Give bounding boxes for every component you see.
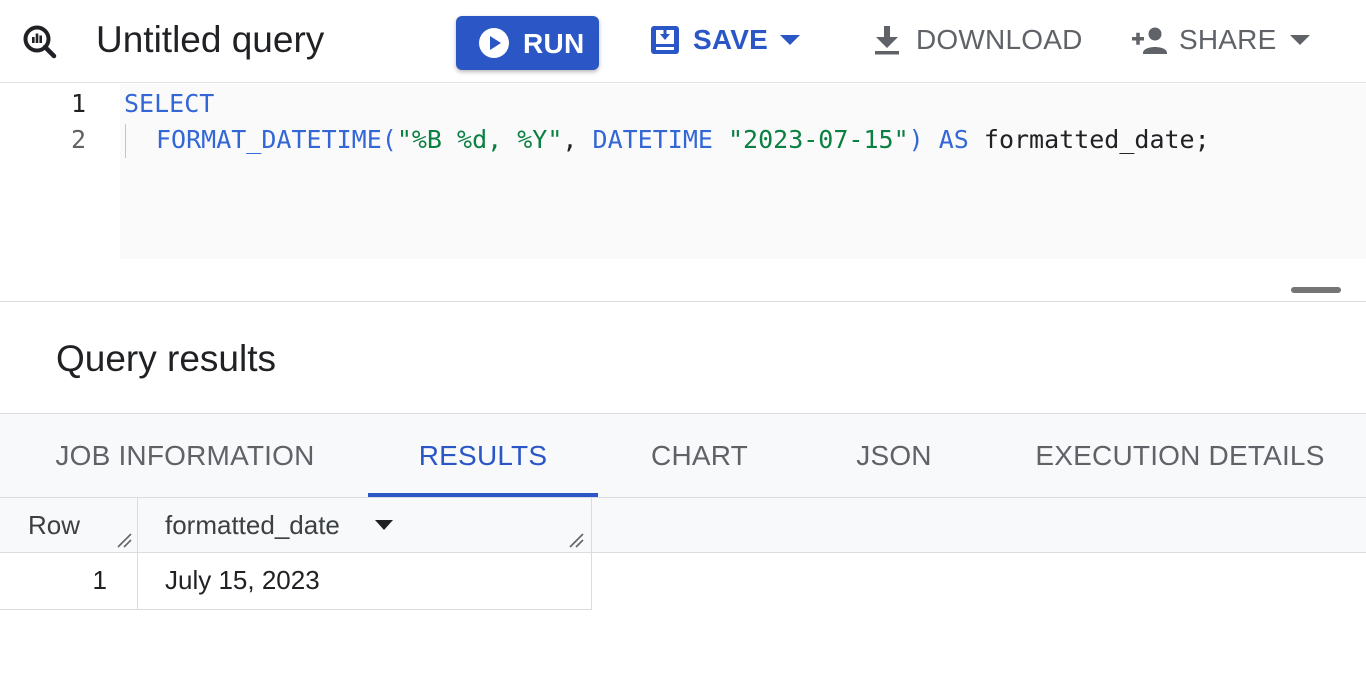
caret-down-icon[interactable] — [780, 35, 800, 45]
caret-down-icon[interactable] — [1290, 35, 1310, 45]
query-toolbar: Untitled query RUN SAVE DOWNLOAD SHARE — [0, 0, 1366, 83]
divider — [0, 301, 1366, 302]
tab-execution-details[interactable]: EXECUTION DETAILS — [1024, 414, 1336, 497]
editor-resize-handle[interactable] — [1291, 287, 1341, 293]
caret-down-icon[interactable] — [375, 520, 393, 530]
results-table: Row formatted_date 1 July 15, 2023 — [0, 498, 1366, 694]
download-button-label: DOWNLOAD — [916, 24, 1083, 55]
download-icon — [875, 26, 899, 55]
column-header-filler — [592, 498, 1366, 553]
query-title[interactable]: Untitled query — [96, 17, 324, 63]
person-add-icon — [1132, 27, 1167, 54]
results-title: Query results — [56, 338, 277, 379]
column-header-label: formatted_date — [165, 510, 340, 540]
line-number: 1 — [70, 89, 86, 118]
share-button-label: SHARE — [1179, 24, 1277, 55]
sql-space — [713, 125, 728, 154]
cell-value: July 15, 2023 — [165, 565, 320, 595]
tab-chart[interactable]: CHART — [612, 414, 787, 497]
sql-keyword: DATETIME — [592, 125, 713, 154]
results-tabs: JOB INFORMATION RESULTS CHART JSON EXECU… — [0, 414, 1366, 497]
tab-label: JOB INFORMATION — [55, 440, 315, 471]
sql-keyword: SELECT — [124, 89, 215, 118]
save-button[interactable]: SAVE — [648, 20, 806, 62]
tab-label: JSON — [856, 440, 932, 471]
tab-label: RESULTS — [418, 440, 548, 471]
line-number-gutter: 1 2 — [0, 84, 120, 259]
column-header-label: Row — [28, 510, 81, 540]
sql-punct: , — [562, 125, 593, 154]
play-circle-icon — [479, 28, 509, 58]
tab-job-information[interactable]: JOB INFORMATION — [40, 414, 330, 497]
sql-alias: formatted_date; — [968, 125, 1210, 154]
sql-string: "2023-07-15" — [728, 125, 909, 154]
code-area[interactable]: SELECT FORMAT_DATETIME("%B %d, %Y", DATE… — [120, 84, 1366, 259]
column-resize-icon[interactable] — [566, 530, 586, 550]
code-line-2[interactable]: FORMAT_DATETIME("%B %d, %Y", DATETIME "2… — [156, 122, 1210, 158]
code-line-1[interactable]: SELECT — [124, 86, 214, 122]
share-button[interactable]: SHARE — [1130, 20, 1314, 62]
tab-json[interactable]: JSON — [820, 414, 968, 497]
line-number: 2 — [70, 125, 86, 154]
save-button-label: SAVE — [693, 24, 768, 55]
sql-function: FORMAT_DATETIME( — [156, 125, 397, 154]
save-icon — [651, 26, 679, 54]
tab-results[interactable]: RESULTS — [368, 414, 598, 497]
column-header-row: Row — [0, 498, 138, 553]
column-header-formatted-date[interactable]: formatted_date — [138, 498, 592, 553]
table-cell-row-number: 1 — [0, 553, 138, 610]
sql-editor[interactable]: 1 2 SELECT FORMAT_DATETIME("%B %d, %Y", … — [0, 84, 1366, 301]
sql-keyword: AS — [938, 125, 969, 154]
run-button-label: RUN — [523, 28, 585, 59]
column-resize-icon[interactable] — [114, 530, 134, 550]
query-magnifier-icon — [23, 25, 57, 59]
sql-string: "%B %d, %Y" — [396, 125, 563, 154]
sql-punct: ) — [908, 125, 939, 154]
table-cell-formatted-date[interactable]: July 15, 2023 — [138, 553, 592, 610]
indent-guide — [125, 124, 126, 158]
run-button[interactable]: RUN — [456, 16, 599, 70]
tab-label: CHART — [651, 440, 748, 471]
download-button[interactable]: DOWNLOAD — [870, 20, 1083, 62]
cell-value: 1 — [92, 565, 107, 595]
tab-label: EXECUTION DETAILS — [1035, 440, 1325, 471]
